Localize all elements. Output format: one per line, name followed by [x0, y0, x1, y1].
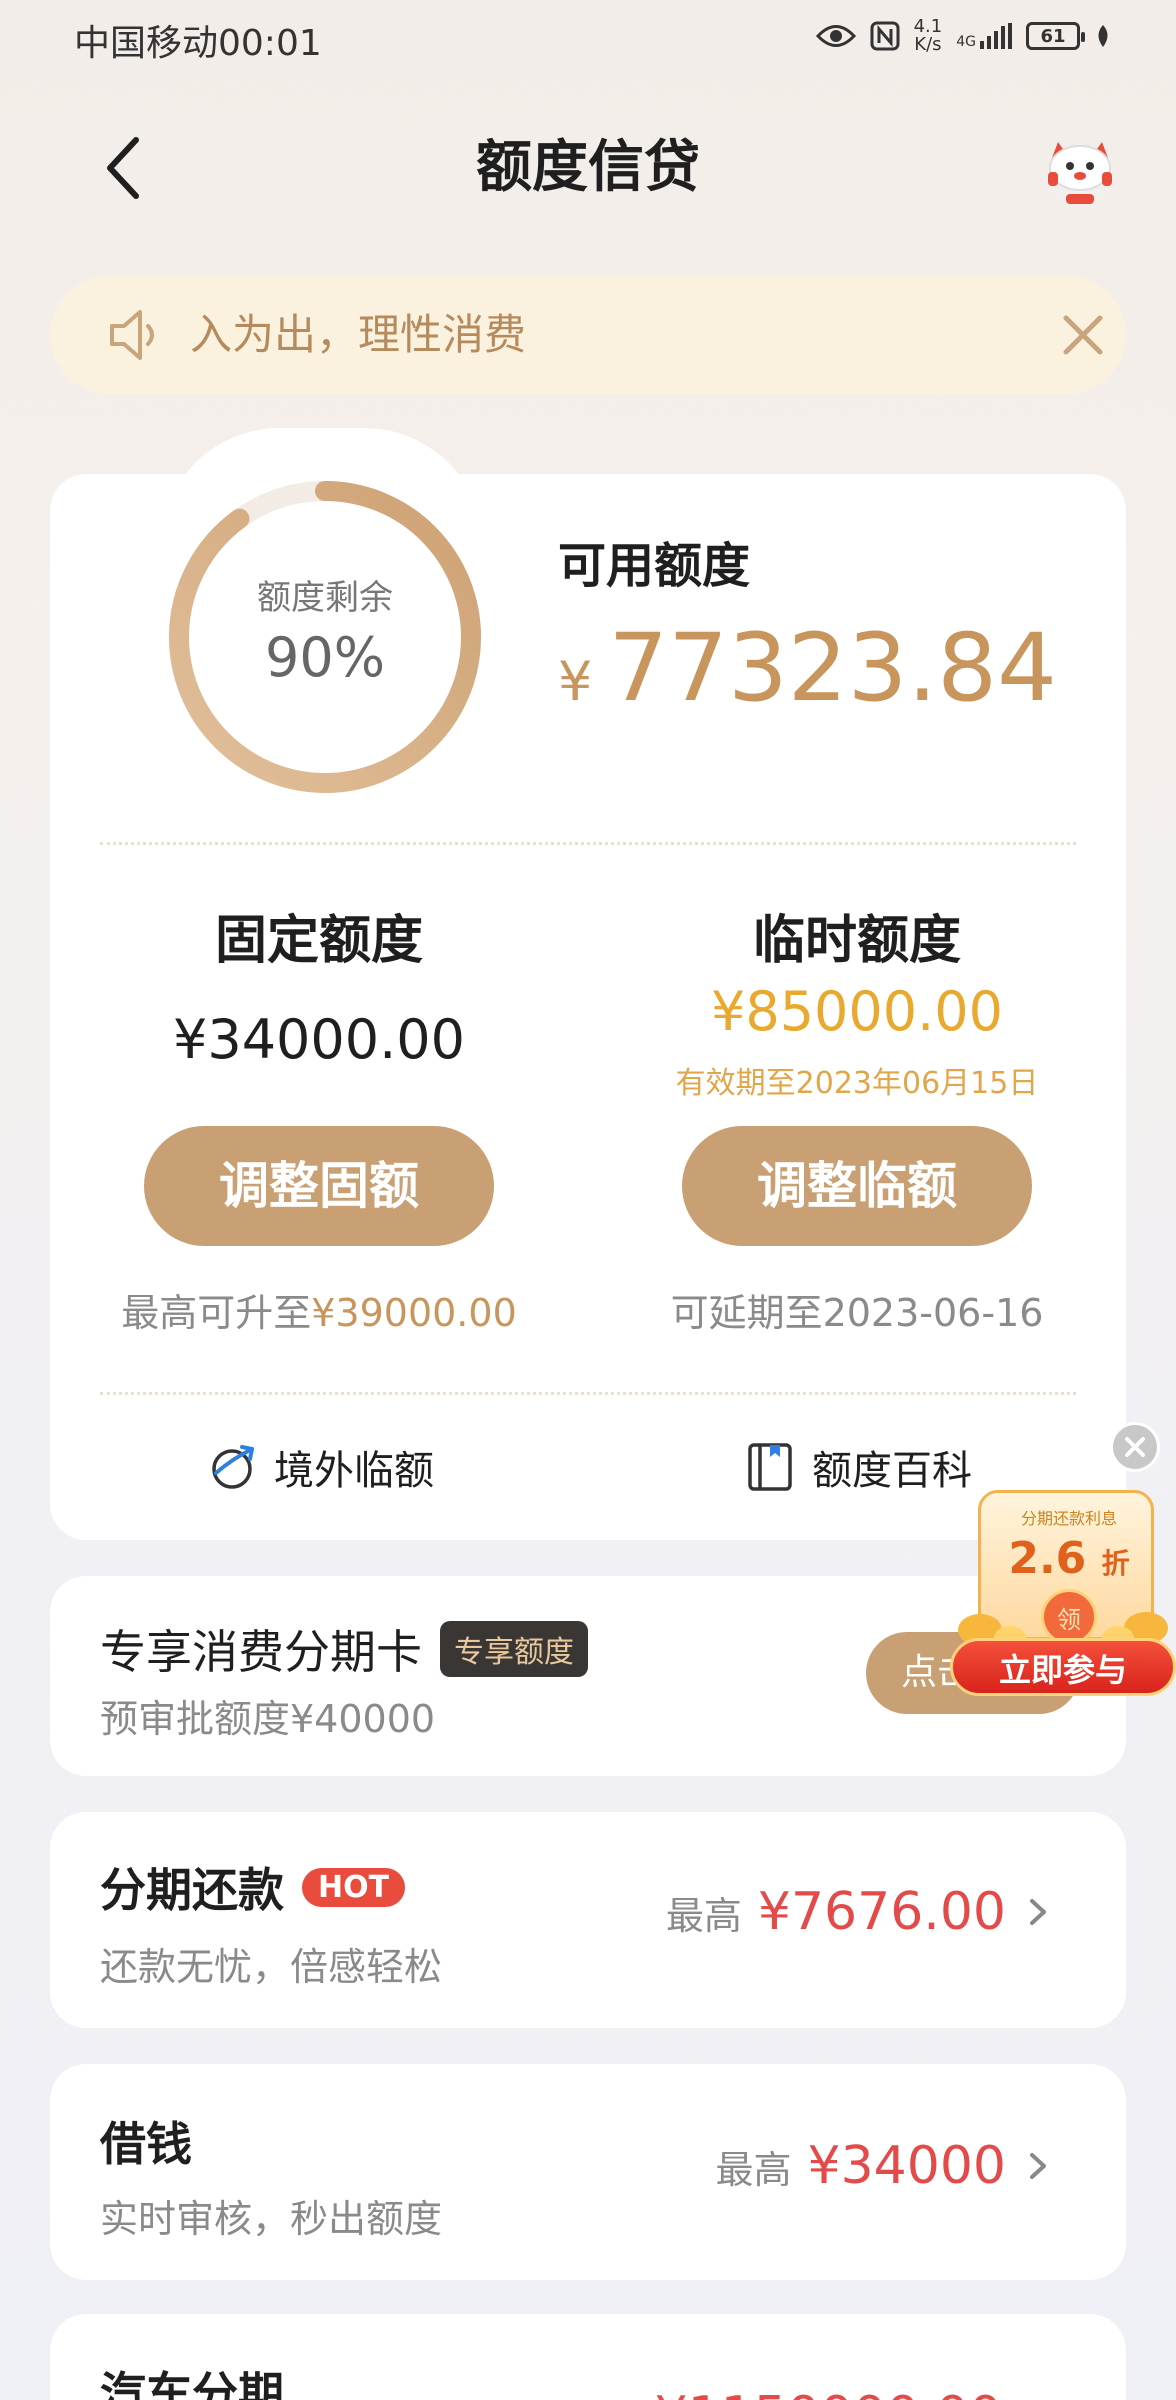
car-installment-item[interactable]: 汽车分期 ¥1150000.00 — [50, 2314, 1126, 2400]
chevron-right-icon — [1030, 2153, 1046, 2179]
car-amount: ¥1150000.00 — [655, 2386, 1002, 2400]
promo-discount: 2.6 折 — [981, 1533, 1157, 1584]
temp-title: 临时额度 — [752, 911, 961, 971]
available-value: 77323.84 — [608, 614, 1057, 723]
chevron-right-icon — [1030, 1899, 1046, 1925]
available-amount: ¥ 77323.84 — [558, 614, 1057, 723]
encyclopedia-link[interactable]: 额度百科 — [744, 1438, 972, 1496]
status-bar: 中国移动00:01 4.1 K/s 4G 61 — [0, 0, 1176, 72]
currency-symbol: ¥ — [558, 650, 593, 713]
temp-expiry: 有效期至2023年06月15日 — [675, 1066, 1039, 1101]
speaker-icon — [106, 306, 166, 364]
battery-icon: 61 — [1026, 22, 1085, 50]
chevron-left-icon — [107, 137, 139, 199]
borrow-sub: 实时审核，秒出额度 — [100, 2197, 443, 2241]
eye-icon — [815, 25, 856, 47]
notice-text: 入为出，理性消费 — [190, 310, 527, 359]
credit-card: 额度剩余 90% 可用额度 ¥ 77323.84 固定额度 ¥34000.00 … — [50, 474, 1126, 1540]
nfc-icon — [870, 21, 900, 51]
borrow-item[interactable]: 借钱 实时审核，秒出额度 最高 ¥34000 — [50, 2064, 1126, 2280]
installment-card-title: 专享消费分期卡 — [100, 1625, 422, 1679]
fixed-title: 固定额度 — [214, 911, 423, 971]
promo-discount-value: 2.6 — [1008, 1533, 1087, 1584]
mascot-icon — [1046, 142, 1114, 204]
promo-close-button[interactable] — [1110, 1422, 1160, 1472]
page-title: 额度信贷 — [476, 135, 700, 200]
temp-amount: ¥85000.00 — [710, 980, 1004, 1043]
fixed-note-prefix: 最高可升至 — [121, 1291, 312, 1335]
promo-header: 分期还款利息 — [1020, 1509, 1117, 1528]
installment-repay-sub: 还款无忧，倍感轻松 — [100, 1945, 443, 1989]
installment-card-sub: 预审批额度¥40000 — [100, 1697, 436, 1741]
net-speed-unit: K/s — [914, 34, 942, 55]
back-button[interactable] — [92, 128, 152, 208]
borrow-amount: 最高 ¥34000 — [715, 2136, 1052, 2196]
adjust-fixed-button[interactable]: 调整固额 — [144, 1126, 494, 1246]
overseas-link-label: 境外临额 — [274, 1448, 434, 1494]
installment-repay-amount: 最高 ¥7676.00 — [666, 1882, 1052, 1942]
amount-prefix: 最高 — [665, 1893, 742, 1938]
fixed-amount: ¥34000.00 — [172, 1008, 466, 1071]
adjust-temp-button[interactable]: 调整临额 — [682, 1126, 1032, 1246]
carrier-time: 中国移动00:01 — [74, 23, 322, 64]
exclusive-tag: 专享额度 — [440, 1621, 588, 1677]
notice-bar: 入为出，理性消费 — [50, 276, 1126, 394]
encyclopedia-link-label: 额度百科 — [812, 1448, 972, 1494]
available-label: 可用额度 — [558, 538, 751, 594]
book-icon — [748, 1443, 792, 1491]
amount-value: ¥34000 — [807, 2136, 1006, 2196]
join-now-button[interactable]: 立即参与 — [950, 1638, 1176, 1696]
promo-badge[interactable]: 分期还款利息 2.6 折 领 立即参与 — [950, 1490, 1176, 1696]
borrow-title: 借钱 — [100, 2117, 192, 2171]
battery-level: 61 — [1040, 25, 1066, 47]
close-icon — [1063, 315, 1103, 355]
installment-repay-title-row: 分期还款 HOT — [100, 1854, 406, 1920]
net-speed: 4.1 K/s — [914, 18, 943, 54]
close-icon — [1125, 1437, 1145, 1457]
network-type: 4G — [956, 34, 976, 50]
installment-repay-title: 分期还款 — [100, 1863, 284, 1917]
fixed-note: 最高可升至¥39000.00 — [50, 1282, 588, 1337]
divider — [100, 1392, 1076, 1395]
divider — [100, 842, 1076, 845]
signal-bars-icon — [980, 23, 1012, 49]
amount-prefix: 最高 — [715, 2147, 792, 2192]
leaf-icon — [1098, 25, 1108, 47]
amount-value: ¥7676.00 — [757, 1882, 1006, 1942]
temp-note: 可延期至2023-06-16 — [670, 1291, 1044, 1335]
fixed-note-value: ¥39000.00 — [311, 1291, 517, 1335]
status-icons: 4.1 K/s 4G 61 — [815, 14, 1112, 58]
hot-tag: HOT — [302, 1867, 406, 1907]
installment-card-title-row: 专享消费分期卡 专享额度 — [100, 1616, 588, 1682]
installment-repay-item[interactable]: 分期还款 HOT 还款无忧，倍感轻松 最高 ¥7676.00 — [50, 1812, 1126, 2028]
overseas-icon — [212, 1445, 254, 1489]
ring-percent: 90% — [264, 626, 386, 689]
mascot-button[interactable] — [1038, 128, 1122, 212]
notice-close-button[interactable] — [1054, 306, 1112, 364]
overseas-link[interactable]: 境外临额 — [206, 1438, 434, 1496]
ring-label: 额度剩余 — [257, 578, 393, 618]
car-title: 汽车分期 — [100, 2367, 284, 2400]
promo-discount-unit: 折 — [1101, 1547, 1130, 1580]
signal: 4G — [956, 23, 1012, 49]
